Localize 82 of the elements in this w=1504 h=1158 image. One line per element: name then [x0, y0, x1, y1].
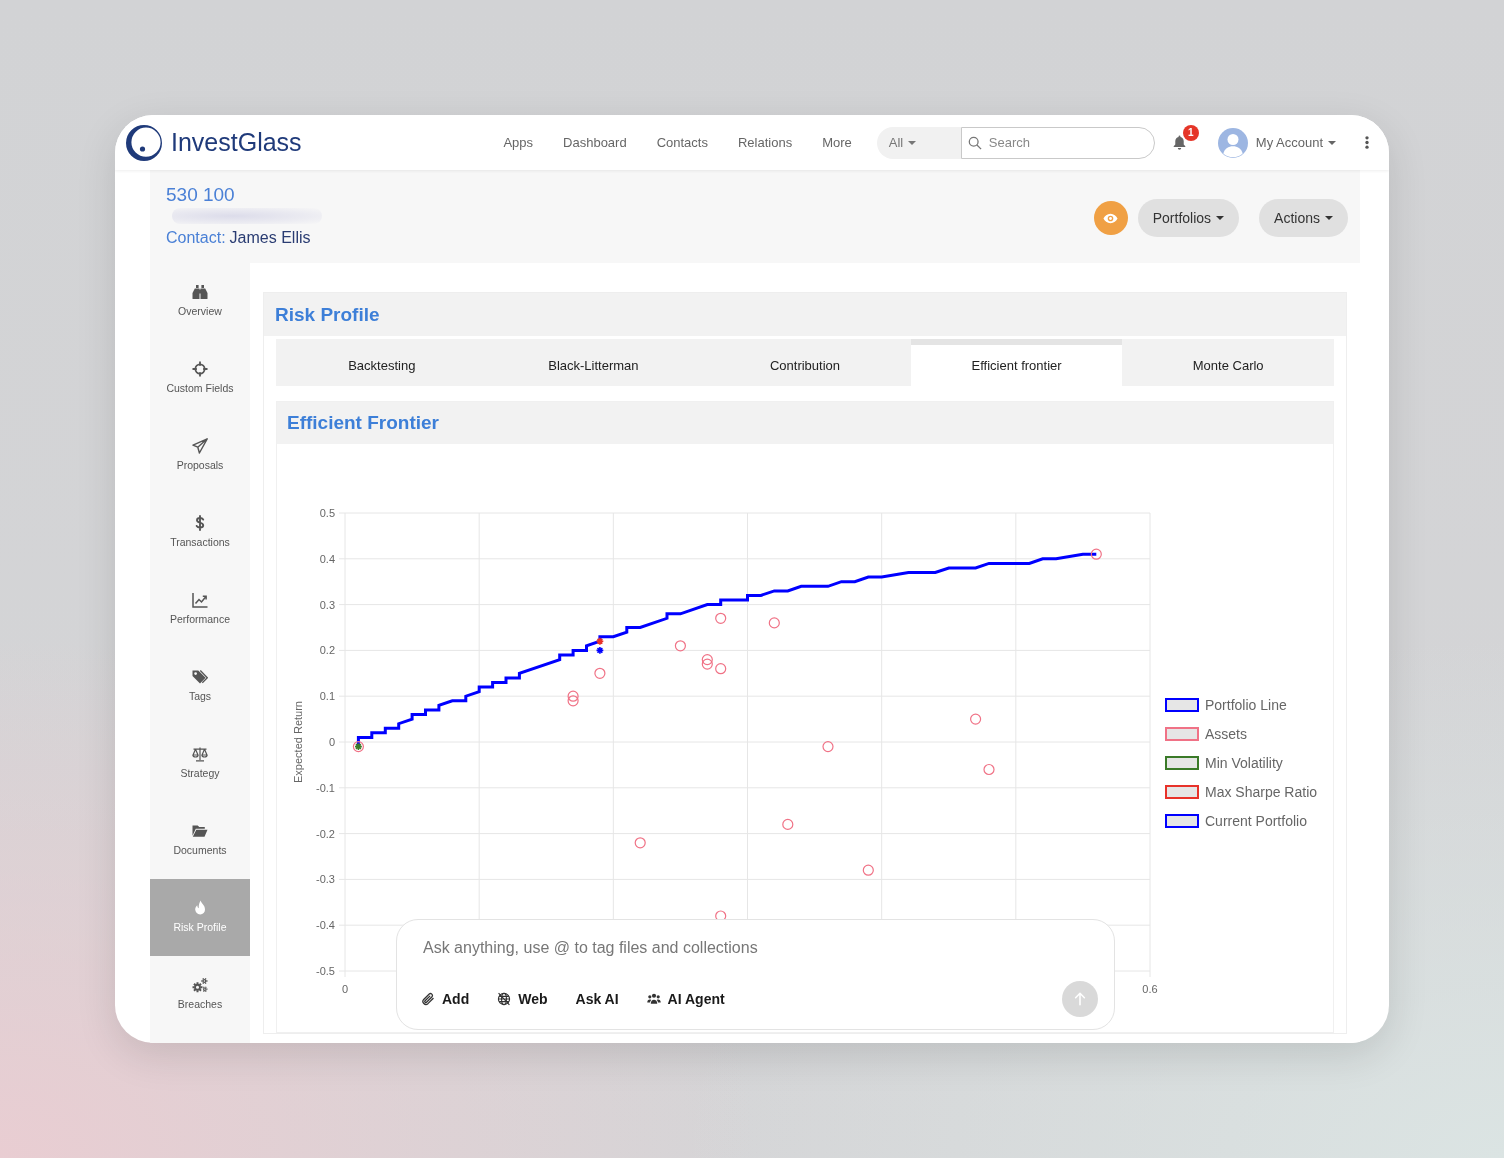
- legend-label: Portfolio Line: [1205, 697, 1287, 713]
- sidebar-item[interactable]: Overview: [150, 263, 250, 340]
- y-tick-label: 0.5: [319, 507, 335, 519]
- y-tick-label: -0.3: [316, 873, 335, 886]
- tab[interactable]: Monte Carlo: [1122, 339, 1334, 386]
- paper-plane-icon: [192, 438, 208, 454]
- legend-swatch: [1165, 698, 1199, 712]
- x-tick-label: 0: [341, 983, 349, 995]
- legend-swatch: [1165, 785, 1199, 799]
- bell-icon[interactable]: [1171, 135, 1187, 150]
- chat-input[interactable]: Ask anything, use @ to tag files and collections: [423, 936, 1023, 960]
- legend-label: Min Volatility: [1205, 755, 1283, 771]
- notification-badge: 1: [1182, 125, 1199, 141]
- y-tick-label: -0.1: [316, 781, 335, 794]
- nav-link[interactable]: Relations: [737, 135, 793, 150]
- y-tick-label: 0: [328, 736, 335, 748]
- line-chart-icon: [192, 592, 208, 608]
- contact-label: Contact:: [166, 228, 226, 248]
- sidebar-item[interactable]: Custom Fields: [150, 340, 250, 417]
- caret-icon: [908, 140, 917, 145]
- tab[interactable]: Contribution: [699, 339, 911, 386]
- balance-scale-icon: [192, 746, 208, 762]
- scope-dropdown[interactable]: All: [876, 126, 961, 159]
- y-tick-label: 0.1: [319, 690, 335, 703]
- y-tick-label: 0.2: [319, 644, 335, 657]
- dropdown-button[interactable]: Portfolios: [1137, 199, 1240, 237]
- x-tick-label: 0.6: [1142, 983, 1158, 995]
- y-tick-label: -0.5: [316, 965, 335, 977]
- tags-icon: [192, 669, 208, 685]
- caret-icon: [1328, 140, 1336, 145]
- legend-label: Assets: [1205, 726, 1247, 742]
- legend-label: Current Portfolio: [1205, 813, 1307, 829]
- y-tick-label: 0.3: [319, 598, 335, 611]
- nav-link[interactable]: Dashboard: [563, 135, 627, 150]
- folder-icon: [192, 823, 208, 839]
- dropdown-button[interactable]: Actions: [1259, 199, 1348, 237]
- kebab-menu-icon[interactable]: [1365, 136, 1369, 149]
- legend-label: Max Sharpe Ratio: [1205, 784, 1318, 800]
- y-axis-title: Expected Return: [292, 701, 304, 783]
- attach-button[interactable]: Add: [421, 991, 470, 1007]
- web-button[interactable]: Web: [497, 991, 548, 1007]
- card-title: Risk Profile: [275, 303, 380, 326]
- arrow-up-icon: [1073, 992, 1087, 1006]
- eye-icon: [1103, 212, 1119, 224]
- record-title: 530 100: [166, 184, 235, 206]
- nav-link[interactable]: Apps: [503, 135, 534, 150]
- users-icon: [646, 992, 661, 1006]
- y-tick-label: 0.4: [319, 552, 335, 565]
- caret-icon: [1216, 216, 1225, 220]
- binoculars-icon: [192, 284, 208, 300]
- chart-title: Efficient Frontier: [287, 412, 439, 434]
- sidebar-item[interactable]: Strategy: [150, 725, 250, 802]
- sidebar-item[interactable]: Proposals: [150, 417, 250, 494]
- sidebar-item[interactable]: Tags: [150, 648, 250, 725]
- nav-link[interactable]: Contacts: [656, 135, 708, 150]
- ai-agent-button[interactable]: AI Agent: [646, 991, 725, 1007]
- tab[interactable]: Black-Litterman: [487, 339, 700, 386]
- globe-icon: [497, 992, 512, 1006]
- sidebar-item[interactable]: Breaches: [150, 956, 250, 1033]
- legend-swatch: [1165, 756, 1199, 770]
- sidebar-item[interactable]: Transactions: [150, 494, 250, 571]
- nav-link[interactable]: More: [822, 135, 852, 150]
- y-tick-label: -0.4: [316, 919, 335, 932]
- search-icon: [967, 135, 982, 150]
- sidebar-item[interactable]: Performance: [150, 571, 250, 648]
- y-tick-label: -0.2: [316, 827, 335, 840]
- legend-swatch: [1165, 814, 1199, 828]
- sidebar-item[interactable]: Documents: [150, 802, 250, 879]
- legend-swatch: [1165, 727, 1199, 741]
- flame-icon: [192, 900, 208, 916]
- gears-icon: [192, 977, 208, 993]
- tab[interactable]: Backtesting: [276, 339, 488, 386]
- ask-ai-button[interactable]: Ask AI: [575, 991, 619, 1007]
- logo-text: InvestGlass: [171, 128, 302, 157]
- crosshairs-icon: [192, 361, 208, 377]
- caret-icon: [1325, 216, 1333, 220]
- tab[interactable]: Efficient frontier: [910, 339, 1123, 386]
- account-button[interactable]: My Account: [1255, 135, 1336, 150]
- contact-name: James Ellis: [229, 228, 311, 248]
- logo-icon[interactable]: [125, 123, 163, 162]
- search-field[interactable]: Search: [960, 126, 1155, 159]
- paperclip-icon: [421, 992, 435, 1006]
